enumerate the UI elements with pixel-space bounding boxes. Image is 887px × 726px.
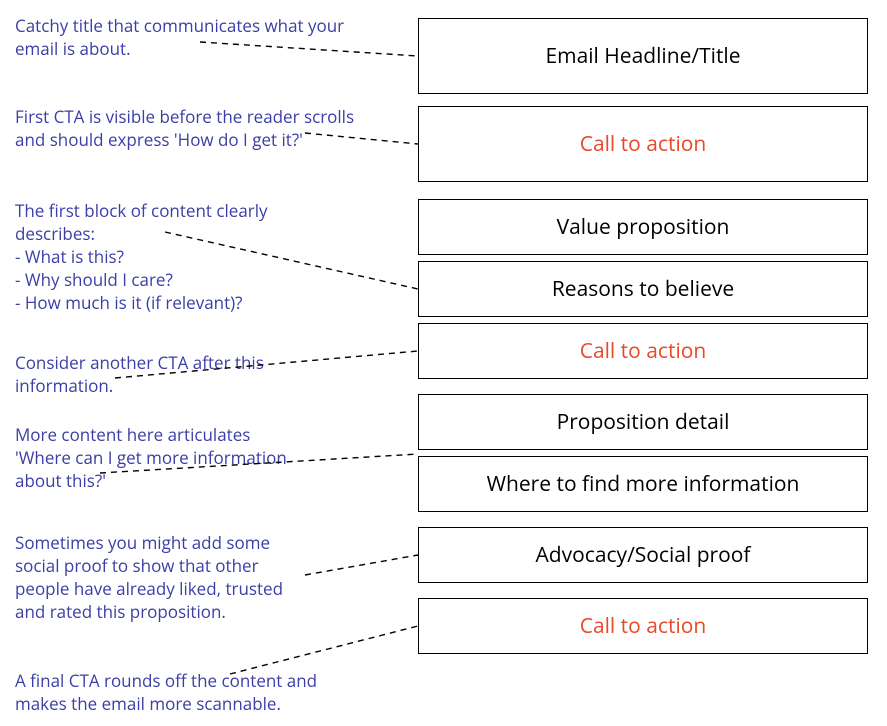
box-cta-3: Call to action bbox=[418, 598, 868, 654]
box-more-information: Where to find more information bbox=[418, 456, 868, 512]
annotation-first-block: The first block of content clearly descr… bbox=[15, 200, 385, 315]
annotation-second-cta: Consider another CTA after this informat… bbox=[15, 352, 385, 398]
connector-7 bbox=[230, 626, 418, 674]
annotation-first-cta: First CTA is visible before the reader s… bbox=[15, 106, 395, 152]
box-value-proposition: Value proposition bbox=[418, 199, 868, 255]
diagram-canvas: Catchy title that communicates what your… bbox=[0, 0, 887, 726]
box-social-proof: Advocacy/Social proof bbox=[418, 527, 868, 583]
box-cta-2: Call to action bbox=[418, 323, 868, 379]
annotation-social-proof: Sometimes you might add some social proo… bbox=[15, 532, 385, 624]
annotation-final-cta: A final CTA rounds off the content and m… bbox=[15, 670, 395, 716]
box-cta-1: Call to action bbox=[418, 106, 868, 182]
annotation-more-content: More content here articulates 'Where can… bbox=[15, 424, 385, 493]
annotation-headline: Catchy title that communicates what your… bbox=[15, 15, 385, 61]
box-reasons-to-believe: Reasons to believe bbox=[418, 261, 868, 317]
box-email-headline: Email Headline/Title bbox=[418, 18, 868, 94]
box-proposition-detail: Proposition detail bbox=[418, 394, 868, 450]
